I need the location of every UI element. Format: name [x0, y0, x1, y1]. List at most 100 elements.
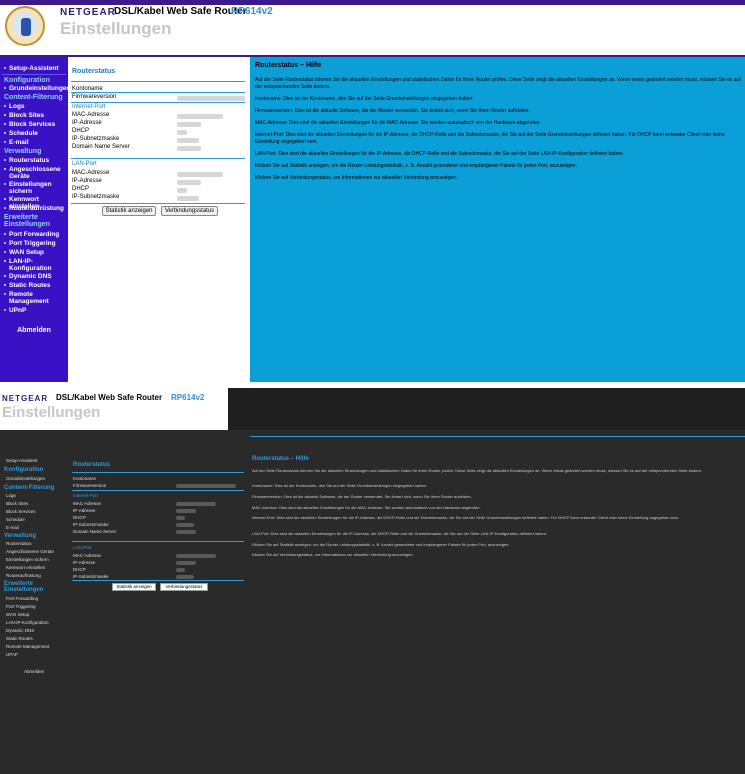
dark-divider [250, 436, 745, 437]
help-intro: Auf der Seite Routerstatus können Sie di… [255, 77, 741, 90]
sidebar-item-backup[interactable]: Einstellungen sichern [4, 181, 65, 195]
sidebar-item-attached-devices[interactable]: Angeschlossene Geräte [4, 166, 65, 180]
dark-sidebar-item-wan[interactable]: WAN Setup [6, 612, 29, 617]
dark-section-lan-port: LAN-Port [73, 545, 92, 550]
row-divider [71, 92, 245, 93]
dark-sidebar-item-static-routes[interactable]: Static Routes [6, 636, 33, 641]
sidebar-item-setup[interactable]: Setup-Assistent [3, 65, 58, 72]
brand-logo: NETGEAR [60, 7, 116, 18]
label-lan-ip: IP-Adresse [72, 178, 102, 184]
status-panel: Routerstatus Kontoname Firmwareversion I… [68, 57, 250, 382]
logout-button[interactable]: Abmelden [0, 327, 68, 334]
dark-sidebar-item-block-services[interactable]: Block Services [6, 509, 36, 514]
product-name-dark: DSL/Kabel Web Safe Router [56, 393, 163, 402]
value-lan-dhcp [177, 188, 187, 193]
sidebar-item-wan[interactable]: WAN Setup [3, 249, 44, 256]
dark-content [0, 430, 745, 774]
dark-value-lan-ip [176, 561, 196, 565]
dark-sidebar-item-ddns[interactable]: Dynamic DNS [6, 628, 34, 633]
dark-sidebar-item-backup[interactable]: Einstellungen sichern [6, 557, 49, 562]
dark-value-dhcp [176, 516, 185, 520]
dark-sidebar-item-block-sites[interactable]: Block Sites [6, 501, 28, 506]
seal-logo-icon [5, 6, 45, 46]
value-lan-mac [177, 172, 223, 177]
connection-status-button[interactable]: Verbindungsstatus [161, 206, 218, 216]
dark-label-dhcp: DHCP [73, 515, 86, 520]
sidebar-item-upgrade[interactable]: Routeraufrüstung [4, 205, 64, 212]
dark-help-firmware: Firmwareversion: Dies ist die aktuelle S… [252, 494, 472, 499]
value-dns [177, 146, 201, 151]
dark-section-divider [72, 580, 244, 581]
sidebar-item-block-services[interactable]: Block Services [3, 121, 55, 128]
model-name-dark: RP614v2 [171, 393, 205, 402]
dark-label-firmware: Firmwareversion [73, 483, 107, 488]
dark-sidebar-item-upnp[interactable]: UPnP [6, 652, 18, 657]
value-mac [177, 114, 223, 119]
label-subnet: IP-Subnetzmaske [72, 136, 120, 142]
dark-sidebar-item-basic[interactable]: Grundeinstellungen [6, 476, 45, 481]
sidebar-category-content: Content-Filterung [4, 94, 63, 101]
dark-section-divider [72, 490, 244, 491]
dark-sidebar-item-lan[interactable]: LAN-IP-Konfiguration [6, 620, 49, 625]
product-name: DSL/Kabel Web Safe Router [114, 6, 247, 17]
dark-sidebar-category-config: Konfiguration [4, 467, 44, 473]
sidebar-item-logs[interactable]: Logs [4, 103, 25, 110]
sidebar-category-advanced: Erweiterte Einstellungen [4, 214, 50, 228]
sidebar-item-schedule[interactable]: Schedule [4, 130, 38, 137]
dark-section-divider [72, 541, 244, 542]
label-lan-subnet: IP-Subnetzmaske [72, 194, 120, 200]
dark-help-intro: Auf der Seite Routerstatus können Sie di… [252, 468, 703, 473]
dark-sidebar-category-advanced: Erweiterte Einstellungen [4, 581, 44, 593]
dark-label-ip: IP-Adresse [73, 508, 96, 513]
sidebar-item-port-triggering[interactable]: Port Triggering [4, 240, 56, 247]
dark-value-lan-dhcp [176, 568, 185, 572]
sidebar-item-port-forwarding[interactable]: Port Forwarding [3, 231, 59, 238]
label-mac: MAC-Adresse [72, 112, 110, 118]
dark-sidebar-item-port-forwarding[interactable]: Port Forwarding [6, 596, 38, 601]
sidebar-item-lan[interactable]: LAN-IP-Konfiguration [4, 258, 65, 272]
label-lan-dhcp: DHCP [72, 186, 90, 192]
model-name: RP614v2 [231, 6, 273, 17]
dark-value-mac [176, 502, 216, 506]
section-internet-port: Internet-Port [72, 104, 106, 110]
sidebar: Setup-Assistent Konfiguration Grundeinst… [0, 57, 70, 382]
dark-sidebar-category-admin: Verwaltung [4, 533, 37, 539]
sidebar-item-router-status[interactable]: Routerstatus [3, 157, 49, 164]
sidebar-item-block-sites[interactable]: Block Sites [3, 112, 44, 119]
dark-help-mac: MAC-Adresse: Dies sind die aktuellen Ein… [252, 505, 481, 510]
sidebar-item-ddns[interactable]: Dynamic DNS [4, 273, 52, 280]
dark-sidebar-item-router-status[interactable]: Routerstatus [6, 541, 32, 546]
sidebar-item-upnp[interactable]: UPnP [3, 307, 26, 314]
dark-sidebar-item-logs[interactable]: Logs [6, 493, 16, 498]
dark-sidebar-item-schedule[interactable]: Schedule [6, 517, 25, 522]
dark-help-connection: Klicken Sie auf Verbindungsstatus, um In… [252, 552, 414, 557]
dark-label-subnet: IP-Subnetzmaske [73, 522, 109, 527]
dark-value-firmware [176, 484, 236, 488]
dark-help-title: Routerstatus – Hilfe [252, 456, 309, 462]
label-lan-mac: MAC-Adresse [72, 170, 110, 176]
dark-sidebar-item-attached[interactable]: Angeschlossene Geräte [6, 549, 54, 554]
dark-sidebar-item-setup[interactable]: Setup-Assistent [6, 458, 38, 463]
dark-connection-status-button[interactable]: Verbindungsstatus [160, 583, 208, 591]
dark-sidebar-item-password[interactable]: Kennwort einstellen [6, 565, 45, 570]
dark-sidebar-item-email[interactable]: E-mail [6, 525, 19, 530]
label-ip: IP-Adresse [72, 120, 102, 126]
dark-label-mac: MAC-Adresse [73, 501, 102, 506]
dark-sidebar-item-upgrade[interactable]: Routeraufrüstung [6, 573, 41, 578]
dark-show-statistics-button[interactable]: Statistik anzeigen [112, 583, 156, 591]
dark-sidebar-item-port-triggering[interactable]: Port Triggering [6, 604, 36, 609]
dark-logout-button[interactable]: Abmelden [24, 669, 44, 674]
dark-status-divider [72, 472, 244, 473]
sidebar-item-email[interactable]: E-mail [4, 139, 29, 146]
show-statistics-button[interactable]: Statistik anzeigen [102, 206, 156, 216]
dark-sidebar-category-content: Content-Filterung [4, 485, 55, 491]
dark-sidebar-item-remote[interactable]: Remote Management [6, 644, 49, 649]
sidebar-item-remote[interactable]: Remote Management [4, 291, 65, 305]
help-mac: MAC-Adresse: Dies sind die aktuellen Ein… [255, 120, 541, 126]
value-firmware [177, 96, 245, 101]
sidebar-item-static-routes[interactable]: Static Routes [4, 282, 51, 289]
dark-status-title: Routerstatus [73, 462, 111, 468]
help-connection: Klicken Sie auf Verbindungsstatus, um In… [255, 175, 458, 181]
header-dark-block [228, 388, 745, 430]
sidebar-item-basic[interactable]: Grundeinstellungen [3, 85, 70, 92]
